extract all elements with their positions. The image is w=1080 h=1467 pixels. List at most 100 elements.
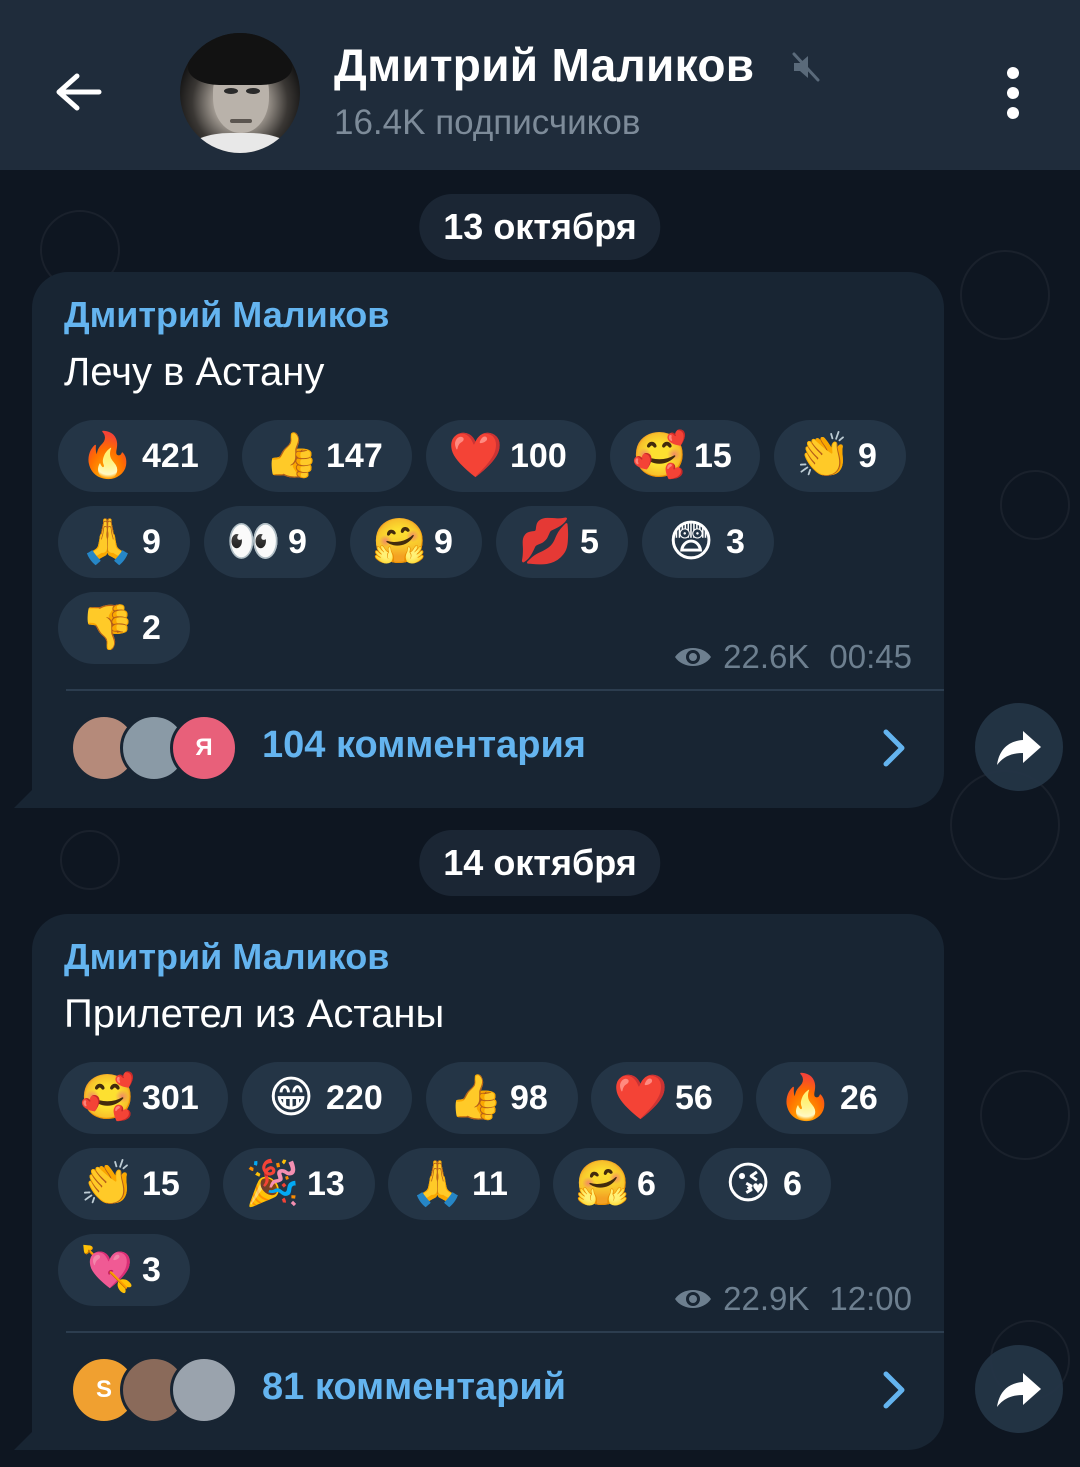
- reaction-pray[interactable]: 🙏 9: [58, 506, 190, 578]
- reaction-clap[interactable]: 👏 15: [58, 1148, 210, 1220]
- reaction-thumbs-up[interactable]: 👍 98: [426, 1062, 578, 1134]
- reaction-count: 3: [726, 522, 745, 561]
- kiss-mark-icon: 💋: [518, 516, 573, 567]
- reaction-count: 6: [637, 1164, 656, 1203]
- eye-icon: [675, 1290, 712, 1308]
- message-meta: 22.9K 12:00: [673, 1280, 912, 1318]
- reaction-count: 9: [288, 522, 307, 561]
- reaction-thumbs-down[interactable]: 👎 2: [58, 592, 190, 664]
- date-separator: 14 октября: [419, 830, 661, 896]
- reaction-count: 9: [434, 522, 453, 561]
- heart-with-arrow-icon: 💘: [80, 1244, 135, 1295]
- clapping-hands-icon: 👏: [80, 1158, 135, 1209]
- reaction-hug[interactable]: 🤗 9: [350, 506, 482, 578]
- reaction-heart[interactable]: ❤️ 100: [426, 420, 596, 492]
- message-bubble[interactable]: Дмитрий Маликов Прилетел из Астаны 🥰 301 …: [32, 914, 944, 1450]
- chevron-right-icon: [883, 729, 905, 767]
- subscriber-count: 16.4K подписчиков: [334, 103, 641, 142]
- reaction-heart[interactable]: ❤️ 56: [591, 1062, 743, 1134]
- chevron-right-icon: [883, 1371, 905, 1409]
- reaction-thumbs-up[interactable]: 👍 147: [242, 420, 412, 492]
- reaction-count: 98: [510, 1078, 548, 1117]
- channel-avatar[interactable]: [180, 33, 300, 153]
- reaction-count: 56: [675, 1078, 713, 1117]
- mute-icon: [792, 52, 820, 82]
- eye-icon: [675, 648, 712, 666]
- reaction-kiss[interactable]: 💋 5: [496, 506, 628, 578]
- reaction-grin[interactable]: 😁 220: [242, 1062, 412, 1134]
- commenter-avatar: [170, 1356, 238, 1424]
- share-icon: [997, 1373, 1041, 1407]
- reaction-hug[interactable]: 🤗 6: [553, 1148, 685, 1220]
- fire-icon: 🔥: [778, 1072, 833, 1123]
- reaction-count: 147: [326, 436, 383, 475]
- hugging-face-icon: 🤗: [575, 1158, 630, 1209]
- heart-icon: ❤️: [613, 1072, 668, 1123]
- reaction-count: 15: [694, 436, 732, 475]
- comments-button[interactable]: S 81 комментарий: [32, 1332, 944, 1450]
- message-author[interactable]: Дмитрий Маликов: [64, 936, 389, 978]
- comments-label: 81 комментарий: [262, 1366, 567, 1408]
- folded-hands-icon: 🙏: [410, 1158, 465, 1209]
- face-blowing-kiss-icon: 😘: [725, 1158, 771, 1209]
- chat-header: Дмитрий Маликов 16.4K подписчиков: [0, 0, 1080, 170]
- back-button[interactable]: [44, 58, 112, 126]
- reaction-count: 15: [142, 1164, 180, 1203]
- comments-label: 104 комментария: [262, 724, 586, 766]
- channel-title[interactable]: Дмитрий Маликов: [334, 38, 754, 92]
- fire-icon: 🔥: [80, 430, 135, 481]
- reaction-count: 13: [307, 1164, 345, 1203]
- reaction-count: 5: [580, 522, 599, 561]
- message-text: Лечу в Астану: [64, 350, 325, 394]
- reaction-count: 2: [142, 608, 161, 647]
- commenter-avatar: Я: [170, 714, 238, 782]
- reaction-count: 9: [142, 522, 161, 561]
- reaction-smiling-hearts[interactable]: 🥰 15: [610, 420, 760, 492]
- party-popper-icon: 🎉: [245, 1158, 300, 1209]
- comments-button[interactable]: Я 104 комментария: [32, 690, 944, 808]
- reaction-count: 301: [142, 1078, 199, 1117]
- reaction-fire[interactable]: 🔥 421: [58, 420, 228, 492]
- smiling-face-hearts-icon: 🥰: [632, 430, 687, 481]
- arrow-left-icon: [56, 73, 102, 111]
- reaction-count: 26: [840, 1078, 878, 1117]
- message-meta: 22.6K 00:45: [673, 638, 912, 676]
- message-text: Прилетел из Астаны: [64, 992, 445, 1036]
- reaction-clap[interactable]: 👏 9: [774, 420, 906, 492]
- reaction-count: 220: [326, 1078, 383, 1117]
- message-time: 12:00: [829, 1280, 912, 1317]
- reaction-heart-arrow[interactable]: 💘 3: [58, 1234, 190, 1306]
- share-button[interactable]: [975, 703, 1063, 791]
- reaction-count: 11: [472, 1164, 508, 1203]
- share-icon: [997, 731, 1041, 765]
- reaction-pray[interactable]: 🙏 11: [388, 1148, 540, 1220]
- message-author[interactable]: Дмитрий Маликов: [64, 294, 389, 336]
- grinning-face-icon: 😁: [268, 1072, 314, 1123]
- reaction-fire[interactable]: 🔥 26: [756, 1062, 908, 1134]
- message-time: 00:45: [829, 638, 912, 675]
- reaction-count: 6: [783, 1164, 802, 1203]
- fearful-face-icon: 😨: [668, 516, 714, 567]
- reaction-count: 3: [142, 1250, 161, 1289]
- reaction-party[interactable]: 🎉 13: [223, 1148, 375, 1220]
- reaction-count: 421: [142, 436, 199, 475]
- reaction-count: 9: [858, 436, 877, 475]
- reaction-count: 100: [510, 436, 567, 475]
- thumbs-up-icon: 👍: [264, 430, 319, 481]
- kebab-menu-icon[interactable]: [990, 60, 1036, 126]
- share-button[interactable]: [975, 1345, 1063, 1433]
- folded-hands-icon: 🙏: [80, 516, 135, 567]
- clapping-hands-icon: 👏: [796, 430, 851, 481]
- eyes-icon: 👀: [226, 516, 281, 567]
- thumbs-down-icon: 👎: [80, 602, 135, 653]
- smiling-face-hearts-icon: 🥰: [80, 1072, 135, 1123]
- date-separator: 13 октября: [419, 194, 661, 260]
- reaction-eyes[interactable]: 👀 9: [204, 506, 336, 578]
- message-bubble[interactable]: Дмитрий Маликов Лечу в Астану 🔥 421 👍 147 …: [32, 272, 944, 808]
- hugging-face-icon: 🤗: [372, 516, 427, 567]
- reaction-smiling-hearts[interactable]: 🥰 301: [58, 1062, 228, 1134]
- reaction-kiss-face[interactable]: 😘 6: [699, 1148, 831, 1220]
- view-count: 22.9K: [723, 1280, 810, 1317]
- reaction-fearful[interactable]: 😨 3: [642, 506, 774, 578]
- heart-icon: ❤️: [448, 430, 503, 481]
